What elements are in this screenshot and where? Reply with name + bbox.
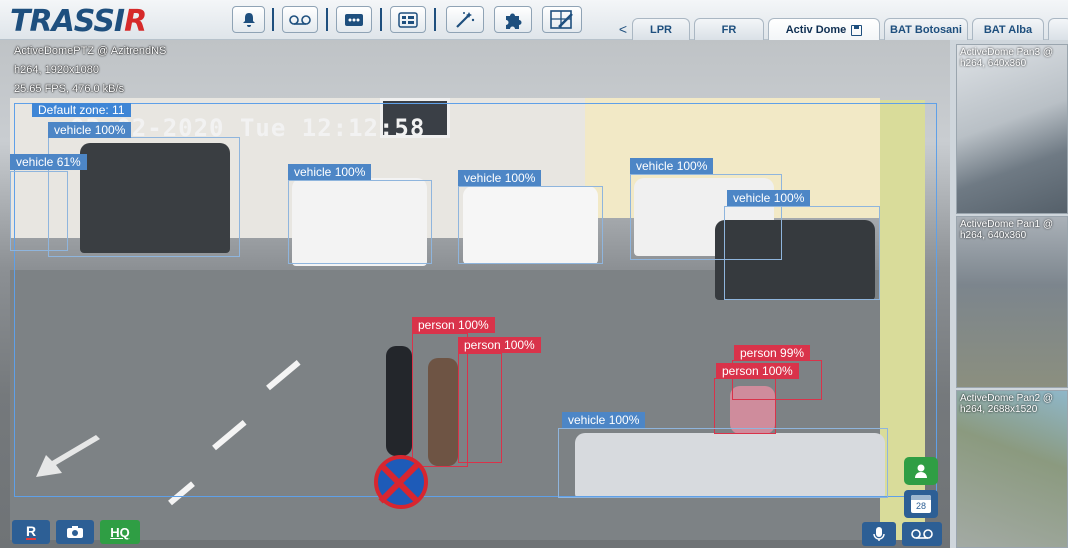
toolbar-divider bbox=[272, 8, 274, 31]
snapshot-button[interactable] bbox=[56, 520, 94, 544]
microphone-icon bbox=[873, 527, 885, 541]
detection-label: person 100% bbox=[458, 337, 541, 353]
detection-box bbox=[10, 171, 68, 251]
hq-label: HQ bbox=[110, 524, 130, 540]
detection-label: vehicle 61% bbox=[10, 154, 87, 170]
detection-box bbox=[714, 378, 776, 434]
record-button[interactable]: R bbox=[12, 520, 50, 544]
detection-label: vehicle 100% bbox=[48, 122, 132, 138]
thumbnail-info: h264, 2688x1520 bbox=[960, 404, 1038, 415]
detection-box bbox=[458, 186, 603, 264]
tab-activ-dome[interactable]: Activ Dome bbox=[768, 18, 880, 41]
tab-label: BAT Botosani bbox=[890, 23, 962, 36]
plugins-button[interactable] bbox=[494, 6, 532, 33]
thumbnail-title: ActiveDome Pan3 @ bbox=[960, 47, 1053, 58]
magic-wand-icon bbox=[456, 11, 475, 28]
download-button[interactable] bbox=[904, 457, 938, 485]
stream-stats: 25.65 FPS, 476.0 kB/s bbox=[14, 83, 125, 95]
camera-title: ActiveDomePTZ @ AzitrendNS bbox=[14, 45, 167, 57]
archive-button[interactable] bbox=[282, 6, 318, 33]
layout-icon bbox=[398, 11, 418, 28]
ground-arrow-marking bbox=[36, 435, 100, 477]
detection-label: person 100% bbox=[716, 363, 799, 379]
calendar-icon: 28 bbox=[911, 495, 931, 513]
detection-label: vehicle 100% bbox=[562, 412, 646, 428]
notifications-button[interactable] bbox=[232, 6, 265, 33]
detection-box bbox=[724, 206, 880, 300]
tab-label: FR bbox=[721, 23, 737, 36]
record-label: R bbox=[25, 523, 37, 540]
tab-label: LPR bbox=[650, 23, 672, 36]
main-camera-view[interactable]: Default zone: 11 03-02-2020 Tue 12:12:58… bbox=[0, 40, 950, 548]
hq-button[interactable]: HQ bbox=[100, 520, 140, 544]
tab-fr[interactable]: FR bbox=[694, 18, 764, 40]
thumbnail-title: ActiveDome Pan1 @ bbox=[960, 219, 1053, 230]
tab-bat-botosani[interactable]: BAT Botosani bbox=[884, 18, 968, 40]
tape-icon bbox=[911, 529, 933, 539]
thumbnail-info: h264, 640x360 bbox=[960, 230, 1027, 241]
bell-icon bbox=[242, 12, 255, 27]
thumbnail-info: h264, 640x360 bbox=[960, 58, 1027, 69]
tab-next[interactable] bbox=[1048, 18, 1068, 40]
microphone-button[interactable] bbox=[862, 522, 896, 546]
tab-lpr[interactable]: LPR bbox=[632, 18, 690, 40]
save-icon[interactable] bbox=[851, 24, 863, 36]
no-stopping-sign bbox=[374, 455, 428, 509]
detection-label: vehicle 100% bbox=[288, 164, 372, 180]
chat-icon bbox=[345, 13, 363, 26]
camera-icon bbox=[67, 526, 83, 538]
detection-box bbox=[288, 180, 432, 264]
camera-thumbnail-pan2[interactable]: ActiveDome Pan2 @ h264, 2688x1520 bbox=[956, 390, 1068, 548]
stream-codec: h264, 1920x1080 bbox=[14, 64, 100, 76]
detection-label: vehicle 100% bbox=[630, 158, 714, 174]
trassir-client-window: TRASSIR < LPR FR Activ Dome BAT Botosani… bbox=[0, 0, 1068, 548]
camera-thumbnail-pan3[interactable]: ActiveDome Pan3 @ h264, 640x360 bbox=[956, 44, 1068, 214]
tab-label: Activ Dome bbox=[785, 24, 847, 36]
puzzle-icon bbox=[506, 13, 522, 29]
detection-label: vehicle 100% bbox=[727, 190, 811, 206]
calendar-button[interactable]: 28 bbox=[904, 490, 938, 518]
detection-label: vehicle 100% bbox=[458, 170, 542, 186]
thumbnail-title: ActiveDome Pan2 @ bbox=[960, 393, 1053, 404]
layout-button[interactable] bbox=[390, 6, 426, 33]
top-toolbar: TRASSIR < LPR FR Activ Dome BAT Botosani… bbox=[0, 0, 1068, 41]
detection-box bbox=[558, 428, 888, 498]
detection-label: person 100% bbox=[412, 317, 495, 333]
side-camera-panel: ActiveDome Pan3 @ h264, 640x360 ActiveDo… bbox=[950, 40, 1068, 548]
messages-button[interactable] bbox=[336, 6, 372, 33]
edit-layout-button[interactable] bbox=[542, 6, 582, 33]
camera-thumbnail-pan1[interactable]: ActiveDome Pan1 @ h264, 640x360 bbox=[956, 216, 1068, 388]
magic-tool-button[interactable] bbox=[446, 6, 484, 33]
toolbar-divider bbox=[326, 8, 328, 31]
tabs-scroll-left-button[interactable]: < bbox=[614, 20, 632, 38]
detection-label: person 99% bbox=[734, 345, 811, 361]
calendar-day: 28 bbox=[915, 501, 926, 511]
detection-box bbox=[458, 353, 502, 463]
toolbar-divider bbox=[434, 8, 436, 31]
edit-layout-icon bbox=[550, 9, 573, 29]
archive-playback-button[interactable] bbox=[902, 522, 942, 546]
download-icon bbox=[915, 464, 927, 478]
tab-bat-alba[interactable]: BAT Alba bbox=[972, 18, 1044, 40]
tape-icon bbox=[289, 14, 311, 25]
tab-label: BAT Alba bbox=[983, 23, 1033, 36]
toolbar-divider bbox=[380, 8, 382, 31]
trassir-logo: TRASSIR bbox=[10, 4, 147, 39]
